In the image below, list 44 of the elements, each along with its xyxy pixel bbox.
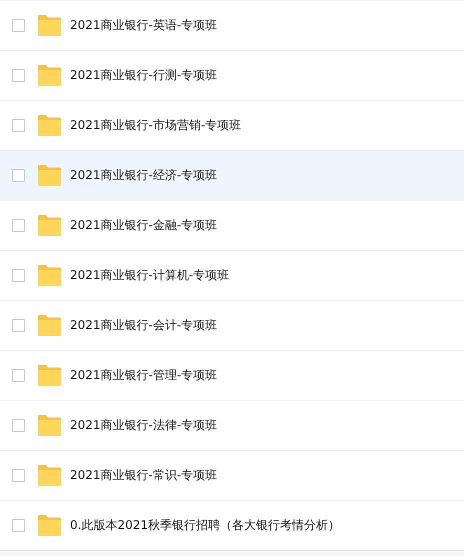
file-row[interactable]: 2021商业银行-金融-专项班 — [0, 201, 464, 251]
folder-name[interactable]: 2021商业银行-经济-专项班 — [70, 167, 218, 184]
file-row[interactable]: 0.此版本2021秋季银行招聘（各大银行考情分析） — [0, 501, 464, 551]
folder-icon — [38, 15, 61, 36]
file-row[interactable]: 2021商业银行-行测-专项班 — [0, 51, 464, 101]
folder-icon — [38, 415, 61, 436]
folder-name[interactable]: 2021商业银行-会计-专项班 — [70, 317, 218, 334]
folder-icon — [38, 365, 61, 386]
file-row[interactable]: 2021商业银行-经济-专项班 — [0, 151, 464, 201]
folder-icon — [38, 265, 61, 286]
file-row[interactable]: 2021商业银行-法律-专项班 — [0, 401, 464, 451]
folder-name[interactable]: 2021商业银行-管理-专项班 — [70, 367, 218, 384]
checkbox[interactable] — [12, 369, 25, 382]
file-row[interactable]: 2021商业银行-英语-专项班 — [0, 1, 464, 51]
folder-name[interactable]: 2021商业银行-行测-专项班 — [70, 67, 218, 84]
checkbox[interactable] — [12, 269, 25, 282]
file-row[interactable]: 2021商业银行-管理-专项班 — [0, 351, 464, 401]
folder-icon — [38, 515, 61, 536]
folder-icon — [38, 65, 61, 86]
folder-name[interactable]: 2021商业银行-计算机-专项班 — [70, 267, 230, 284]
folder-icon — [38, 165, 61, 186]
checkbox[interactable] — [12, 319, 25, 332]
folder-name[interactable]: 2021商业银行-市场营销-专项班 — [70, 117, 242, 134]
folder-name[interactable]: 2021商业银行-法律-专项班 — [70, 417, 218, 434]
checkbox[interactable] — [12, 519, 25, 532]
folder-icon — [38, 465, 61, 486]
checkbox[interactable] — [12, 169, 25, 182]
folder-icon — [38, 115, 61, 136]
folder-name[interactable]: 2021商业银行-常识-专项班 — [70, 467, 218, 484]
checkbox[interactable] — [12, 19, 25, 32]
checkbox[interactable] — [12, 219, 25, 232]
folder-name[interactable]: 0.此版本2021秋季银行招聘（各大银行考情分析） — [70, 517, 340, 534]
file-row[interactable]: 2021商业银行-常识-专项班 — [0, 451, 464, 501]
checkbox[interactable] — [12, 69, 25, 82]
file-row[interactable]: 2021商业银行-市场营销-专项班 — [0, 101, 464, 151]
folder-icon — [38, 215, 61, 236]
file-row[interactable]: 2021商业银行-计算机-专项班 — [0, 251, 464, 301]
folder-name[interactable]: 2021商业银行-金融-专项班 — [70, 217, 218, 234]
checkbox[interactable] — [12, 469, 25, 482]
folder-name[interactable]: 2021商业银行-英语-专项班 — [70, 17, 218, 34]
checkbox[interactable] — [12, 419, 25, 432]
checkbox[interactable] — [12, 119, 25, 132]
folder-icon — [38, 315, 61, 336]
file-row[interactable]: 2021商业银行-会计-专项班 — [0, 301, 464, 351]
